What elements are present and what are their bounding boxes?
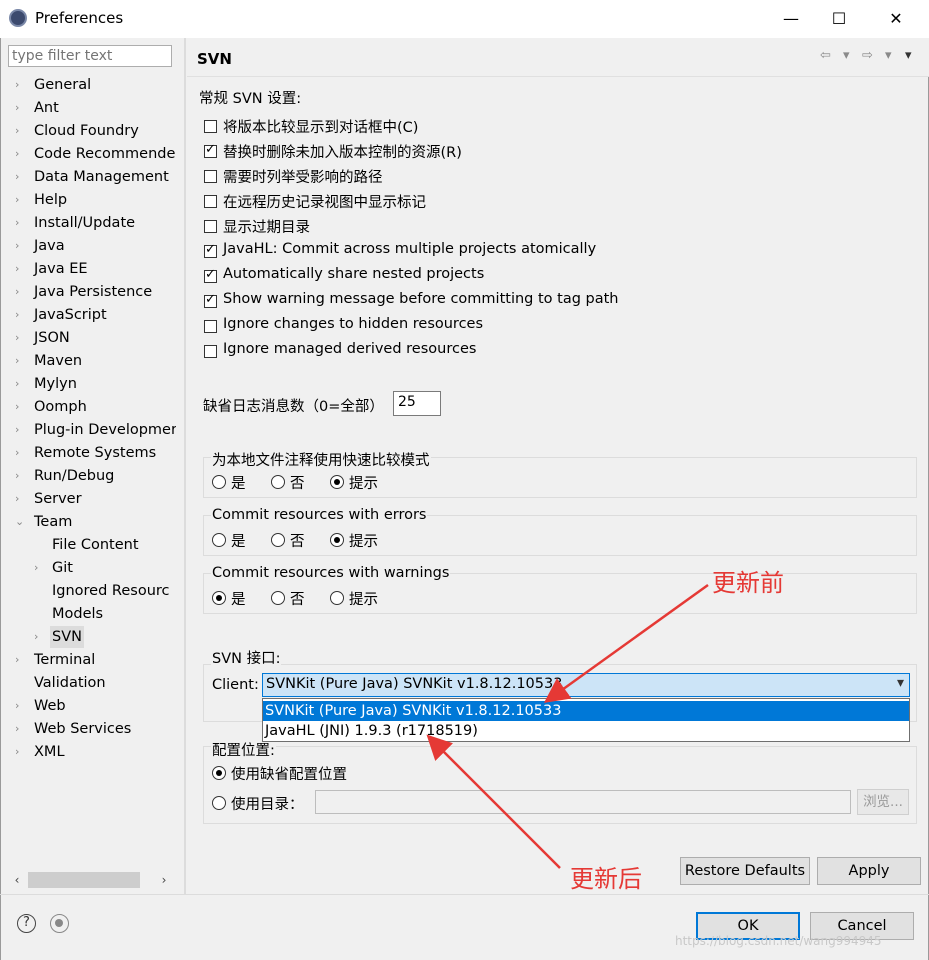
annotation-arrow-before [543,583,709,703]
annotation-before: 更新前 [712,569,784,597]
annotation-arrow-after [426,734,561,869]
annotation-arrows [426,583,709,869]
annotation-after: 更新后 [570,865,642,893]
